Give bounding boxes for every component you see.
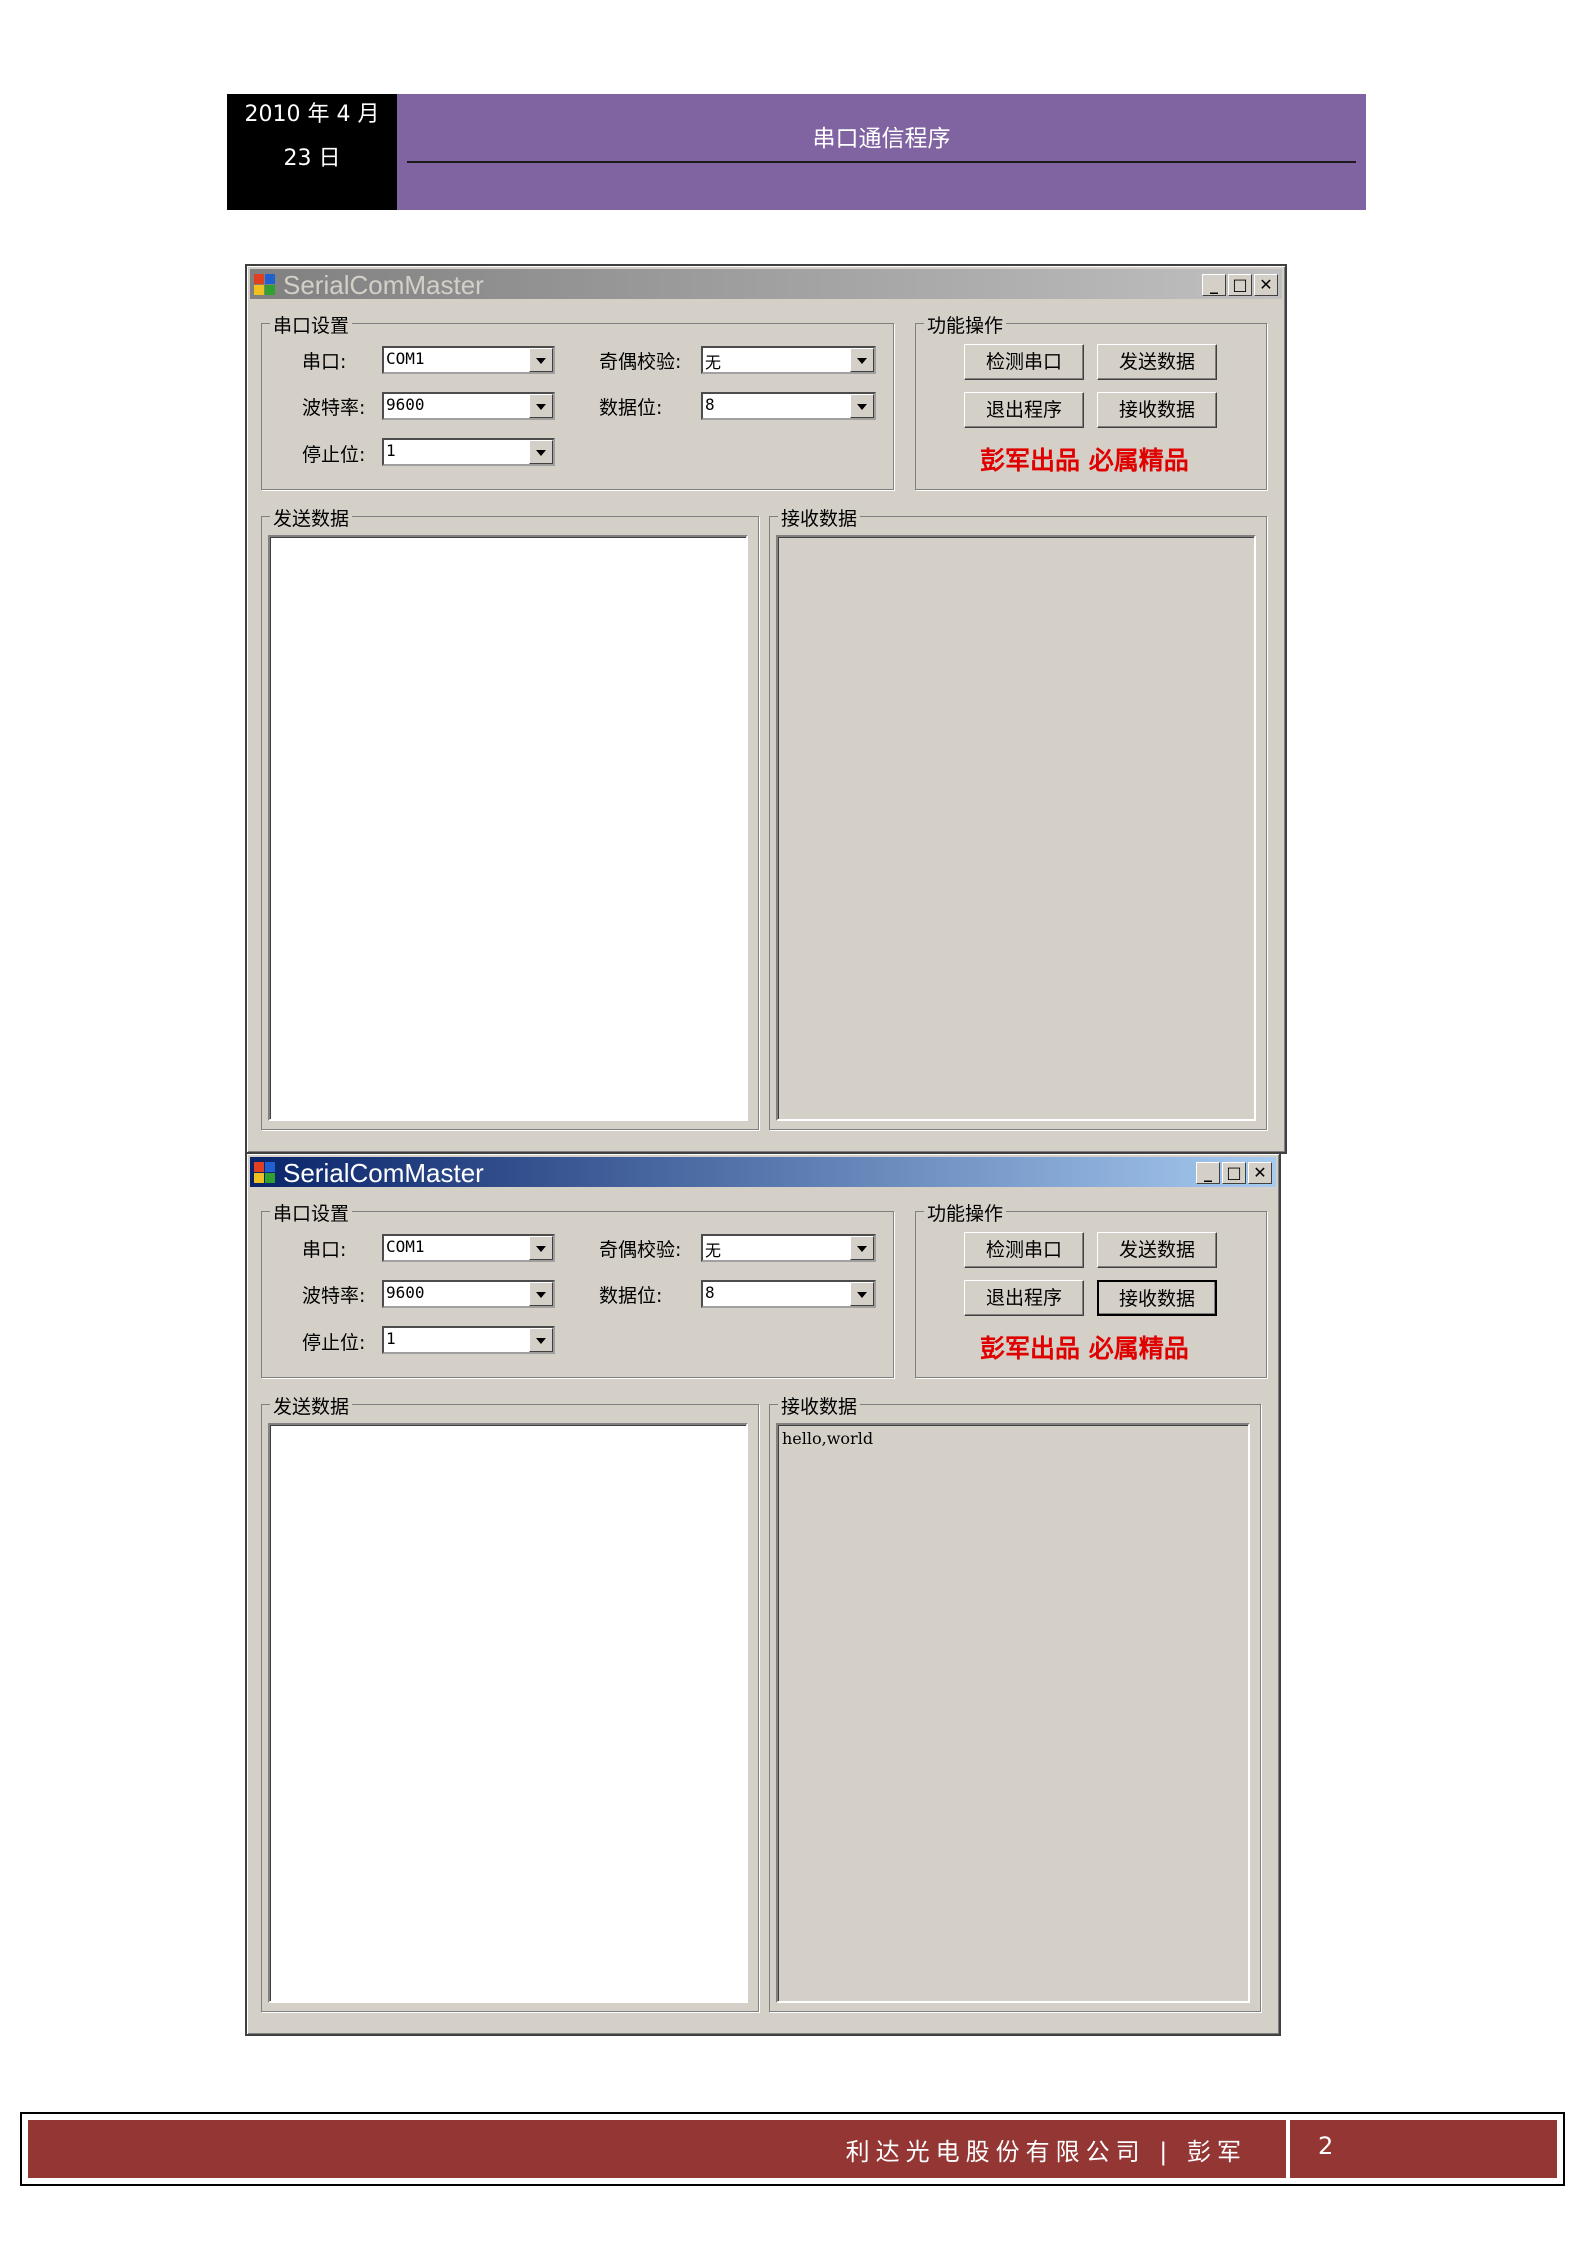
footer-page-number: 2 (1318, 2132, 1334, 2160)
minimize-button[interactable]: _ (1202, 274, 1226, 296)
data-bits-value: 8 (705, 395, 715, 414)
group-label: 接收数据 (778, 504, 861, 531)
footer-divider (1286, 2120, 1290, 2178)
serial-settings-group: 串口设置 串口: COM1 波特率: 9600 停止位: 1 奇偶校验: 无 数… (261, 1199, 894, 1378)
group-label: 接收数据 (778, 1392, 861, 1419)
stop-bits-value: 1 (386, 1329, 396, 1348)
port-label: 串口: (302, 1239, 347, 1261)
serialcom-window-inactive[interactable]: SerialComMaster _ □ ✕ 串口设置 串口: COM1 波特率:… (245, 264, 1287, 1154)
send-textarea[interactable] (268, 1423, 748, 2003)
port-select[interactable]: COM1 (382, 1234, 555, 1262)
send-data-button[interactable]: 发送数据 (1097, 1232, 1217, 1268)
stop-bits-select[interactable]: 1 (382, 1326, 555, 1354)
page-footer: 利达光电股份有限公司 | 彭军 2 (20, 2112, 1565, 2186)
maximize-button[interactable]: □ (1222, 1162, 1246, 1184)
send-textarea[interactable] (268, 535, 748, 1121)
header-title-band: 串口通信程序 (397, 94, 1366, 210)
window-titlebar[interactable]: SerialComMaster _ □ ✕ (250, 1157, 1276, 1188)
group-label: 串口设置 (270, 311, 353, 338)
group-label: 功能操作 (924, 311, 1007, 338)
parity-select[interactable]: 无 (701, 346, 876, 374)
window-titlebar[interactable]: SerialComMaster _ □ ✕ (250, 269, 1282, 300)
header-date: 2010 年 4 月 23 日 (227, 94, 397, 210)
send-data-group: 发送数据 (261, 504, 759, 1130)
stop-bits-value: 1 (386, 441, 396, 460)
header-title: 串口通信程序 (812, 126, 951, 152)
group-label: 功能操作 (924, 1199, 1007, 1226)
stop-bits-select[interactable]: 1 (382, 438, 555, 466)
stop-bits-label: 停止位: (302, 444, 366, 466)
app-icon (254, 1162, 276, 1184)
exit-program-button[interactable]: 退出程序 (964, 1280, 1084, 1316)
slogan-text: 彭军出品 必属精品 (980, 446, 1189, 475)
data-bits-select[interactable]: 8 (701, 392, 876, 420)
maximize-button[interactable]: □ (1228, 274, 1252, 296)
receive-textarea[interactable] (776, 535, 1256, 1121)
chevron-down-icon[interactable] (529, 440, 553, 464)
parity-label: 奇偶校验: (599, 1239, 682, 1261)
chevron-down-icon[interactable] (529, 1328, 553, 1352)
receive-textarea[interactable]: hello,world (776, 1423, 1250, 2003)
baud-label: 波特率: (302, 1285, 366, 1307)
detect-port-button[interactable]: 检测串口 (964, 344, 1084, 380)
receive-data-group: 接收数据 (769, 504, 1267, 1130)
exit-program-button[interactable]: 退出程序 (964, 392, 1084, 428)
chevron-down-icon[interactable] (529, 348, 553, 372)
function-group: 功能操作 检测串口 发送数据 退出程序 接收数据 彭军出品 必属精品 (915, 311, 1267, 490)
group-label: 发送数据 (270, 504, 353, 531)
footer-band: 利达光电股份有限公司 | 彭军 2 (28, 2120, 1557, 2178)
receive-data-button[interactable]: 接收数据 (1097, 392, 1217, 428)
data-bits-label: 数据位: (599, 397, 663, 419)
baud-value: 9600 (386, 395, 425, 414)
slogan-text: 彭军出品 必属精品 (980, 1334, 1189, 1363)
send-data-button[interactable]: 发送数据 (1097, 344, 1217, 380)
data-bits-value: 8 (705, 1283, 715, 1302)
header-rule (407, 161, 1356, 163)
chevron-down-icon[interactable] (529, 1282, 553, 1306)
port-value: COM1 (386, 1237, 425, 1256)
serial-settings-group: 串口设置 串口: COM1 波特率: 9600 停止位: 1 奇偶校验: 无 数… (261, 311, 894, 490)
parity-value: 无 (705, 353, 722, 372)
receive-text: hello,world (782, 1429, 874, 1448)
data-bits-label: 数据位: (599, 1285, 663, 1307)
group-label: 发送数据 (270, 1392, 353, 1419)
function-group: 功能操作 检测串口 发送数据 退出程序 接收数据 彭军出品 必属精品 (915, 1199, 1267, 1378)
footer-company: 利达光电股份有限公司 | 彭军 (845, 2138, 1247, 2166)
baud-select[interactable]: 9600 (382, 1280, 555, 1308)
data-bits-select[interactable]: 8 (701, 1280, 876, 1308)
receive-data-button[interactable]: 接收数据 (1097, 1280, 1217, 1316)
chevron-down-icon[interactable] (529, 394, 553, 418)
window-title: SerialComMaster (283, 1158, 484, 1188)
minimize-button[interactable]: _ (1196, 1162, 1220, 1184)
app-icon (254, 274, 276, 296)
chevron-down-icon[interactable] (850, 348, 874, 372)
header-date-line1: 2010 年 4 月 (244, 102, 380, 127)
serialcom-window-active[interactable]: SerialComMaster _ □ ✕ 串口设置 串口: COM1 波特率:… (245, 1152, 1281, 2036)
send-data-group: 发送数据 (261, 1392, 759, 2012)
port-label: 串口: (302, 351, 347, 373)
chevron-down-icon[interactable] (850, 394, 874, 418)
chevron-down-icon[interactable] (529, 1236, 553, 1260)
parity-select[interactable]: 无 (701, 1234, 876, 1262)
baud-select[interactable]: 9600 (382, 392, 555, 420)
close-button[interactable]: ✕ (1254, 274, 1278, 296)
chevron-down-icon[interactable] (850, 1282, 874, 1306)
parity-label: 奇偶校验: (599, 351, 682, 373)
baud-label: 波特率: (302, 397, 366, 419)
detect-port-button[interactable]: 检测串口 (964, 1232, 1084, 1268)
baud-value: 9600 (386, 1283, 425, 1302)
port-value: COM1 (386, 349, 425, 368)
window-title: SerialComMaster (283, 270, 484, 300)
stop-bits-label: 停止位: (302, 1332, 366, 1354)
close-button[interactable]: ✕ (1248, 1162, 1272, 1184)
port-select[interactable]: COM1 (382, 346, 555, 374)
chevron-down-icon[interactable] (850, 1236, 874, 1260)
parity-value: 无 (705, 1241, 722, 1260)
group-label: 串口设置 (270, 1199, 353, 1226)
header-date-line2: 23 日 (283, 146, 341, 171)
receive-data-group: 接收数据 hello,world (769, 1392, 1261, 2012)
